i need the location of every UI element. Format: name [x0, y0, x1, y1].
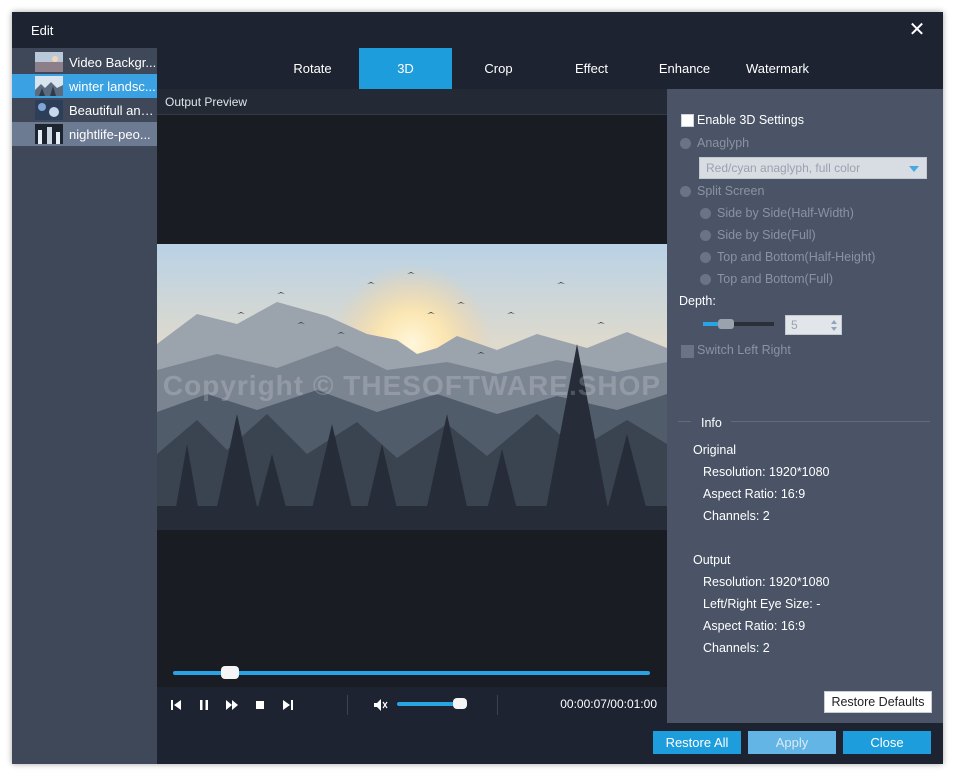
seek-bar[interactable] — [173, 666, 650, 679]
output-aspect-ratio: Aspect Ratio: 16:9 — [703, 619, 806, 633]
chevron-down-icon — [909, 166, 919, 172]
anaglyph-select-value: Red/cyan anaglyph, full color — [706, 161, 861, 175]
video-thumbnail — [35, 124, 63, 144]
original-resolution: Resolution: 1920*1080 — [703, 465, 830, 479]
anaglyph-radio[interactable] — [680, 138, 691, 149]
output-eye-size: Left/Right Eye Size: - — [703, 597, 821, 611]
enable-3d-checkbox[interactable] — [681, 114, 694, 127]
depth-stepper[interactable]: 5 — [785, 315, 842, 335]
split-option-radio[interactable] — [700, 230, 711, 241]
file-list: Video Backgr... winter landsc... Beautif… — [12, 48, 157, 764]
tab-bar: Rotate 3D Crop Effect Enhance Watermark — [157, 48, 943, 89]
fast-forward-icon[interactable] — [223, 696, 241, 714]
switch-left-right-checkbox[interactable] — [681, 345, 694, 358]
volume-slider[interactable] — [397, 698, 467, 709]
file-name: Video Backgr... — [69, 54, 157, 70]
volume-handle[interactable] — [453, 698, 467, 709]
file-item-winter-landscape[interactable]: winter landsc... — [12, 74, 157, 98]
tab-3d[interactable]: 3D — [359, 48, 452, 89]
preview-header: Output Preview — [157, 89, 667, 115]
edit-window: Edit ✕ Video Backgr... winter landsc... — [12, 12, 943, 764]
close-button[interactable]: Close — [843, 731, 931, 754]
window-title: Edit — [31, 23, 54, 38]
output-channels: Channels: 2 — [703, 641, 770, 655]
timecode: 00:00:07/00:01:00 — [560, 697, 657, 711]
split-option-radio[interactable] — [700, 208, 711, 219]
original-aspect-ratio: Aspect Ratio: 16:9 — [703, 487, 806, 501]
split-option-label: Side by Side(Half-Width) — [717, 206, 854, 220]
tab-watermark[interactable]: Watermark — [731, 48, 824, 89]
divider — [497, 695, 498, 715]
original-heading: Original — [693, 443, 737, 457]
tab-enhance[interactable]: Enhance — [638, 48, 731, 89]
file-item-nightlife[interactable]: nightlife-peo... — [12, 122, 157, 146]
tab-effect[interactable]: Effect — [545, 48, 638, 89]
preview-heading: Output Preview — [165, 95, 248, 109]
title-bar: Edit ✕ — [12, 12, 943, 48]
bottom-bar: Restore All Apply Close — [157, 723, 943, 764]
stepper-down-icon[interactable] — [831, 327, 837, 331]
stepper-up-icon[interactable] — [831, 320, 837, 324]
watermark-text: Copyright © THESOFTWARE.SHOP — [162, 370, 662, 401]
split-option-radio[interactable] — [700, 252, 711, 263]
restore-defaults-button[interactable]: Restore Defaults — [824, 691, 932, 713]
output-heading: Output — [693, 553, 731, 567]
pause-icon[interactable] — [195, 696, 213, 714]
depth-value: 5 — [791, 318, 798, 332]
volume-icon[interactable] — [371, 696, 389, 714]
video-thumbnail — [35, 76, 63, 96]
video-thumbnail — [35, 52, 63, 72]
split-screen-radio[interactable] — [680, 186, 691, 197]
split-option-label: Top and Bottom(Half-Height) — [717, 250, 876, 264]
split-option-radio[interactable] — [700, 274, 711, 285]
file-name: Beautifull and... — [69, 102, 157, 118]
tab-crop[interactable]: Crop — [452, 48, 545, 89]
apply-button[interactable]: Apply — [748, 731, 836, 754]
anaglyph-label: Anaglyph — [697, 136, 750, 150]
original-channels: Channels: 2 — [703, 509, 770, 523]
tab-rotate[interactable]: Rotate — [266, 48, 359, 89]
depth-label: Depth: — [679, 294, 716, 308]
enable-3d-label: Enable 3D Settings — [697, 113, 805, 127]
split-option-label: Top and Bottom(Full) — [717, 272, 834, 286]
info-heading: Info — [701, 416, 722, 430]
restore-all-button[interactable]: Restore All — [653, 731, 741, 754]
split-option-label: Side by Side(Full) — [717, 228, 816, 242]
output-resolution: Resolution: 1920*1080 — [703, 575, 830, 589]
split-screen-label: Split Screen — [697, 184, 765, 198]
video-thumbnail — [35, 100, 63, 120]
divider — [347, 695, 348, 715]
settings-panel: Enable 3D Settings Anaglyph Red/cyan ana… — [667, 89, 943, 722]
close-icon[interactable]: ✕ — [905, 18, 929, 42]
depth-handle[interactable] — [718, 319, 734, 329]
skip-back-icon[interactable] — [167, 696, 185, 714]
seek-handle[interactable] — [221, 666, 239, 679]
file-item-beautifull[interactable]: Beautifull and... — [12, 98, 157, 122]
file-name: winter landsc... — [69, 78, 156, 94]
anaglyph-select[interactable]: Red/cyan anaglyph, full color — [699, 157, 927, 179]
stop-icon[interactable] — [251, 696, 269, 714]
video-preview: Copyright © THESOFTWARE.SHOP — [157, 115, 667, 687]
file-name: nightlife-peo... — [69, 126, 151, 142]
skip-forward-icon[interactable] — [279, 696, 297, 714]
playback-controls: 00:00:07/00:01:00 — [157, 687, 667, 723]
file-item-video-background[interactable]: Video Backgr... — [12, 50, 157, 74]
switch-left-right-label: Switch Left Right — [697, 343, 791, 357]
depth-slider[interactable] — [703, 319, 774, 329]
